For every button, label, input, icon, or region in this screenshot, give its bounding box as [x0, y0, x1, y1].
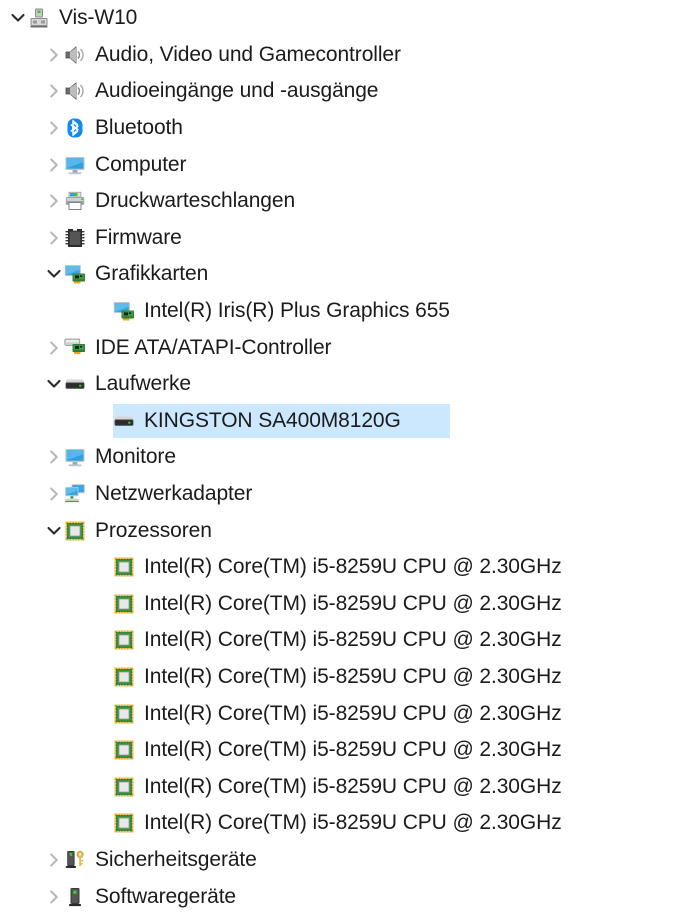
cpu-icon: [113, 593, 135, 615]
tree-item[interactable]: Intel(R) Core(TM) i5-8259U CPU @ 2.30GHz: [0, 805, 700, 842]
tree-item[interactable]: Intel(R) Core(TM) i5-8259U CPU @ 2.30GHz: [0, 695, 700, 732]
network-adapter-icon: [64, 483, 86, 505]
tree-item[interactable]: Grafikkarten: [0, 256, 700, 293]
chevron-right-icon[interactable]: [44, 887, 64, 907]
tree-item-label: Firmware: [95, 225, 182, 249]
chevron-right-icon[interactable]: [44, 45, 64, 65]
cpu-icon: [64, 520, 86, 542]
tree-item-label: Intel(R) Core(TM) i5-8259U CPU @ 2.30GHz: [144, 774, 562, 798]
tree-item-label: Monitore: [95, 445, 176, 469]
tree-item[interactable]: Intel(R) Core(TM) i5-8259U CPU @ 2.30GHz: [0, 622, 700, 659]
tree-item-label: Druckwarteschlangen: [95, 189, 296, 213]
display-adapter-icon: [64, 263, 86, 285]
tree-item[interactable]: Monitore: [0, 439, 700, 476]
tree-item[interactable]: Audioeingänge und -ausgänge: [0, 73, 700, 110]
chevron-right-icon[interactable]: [44, 191, 64, 211]
chevron-right-icon[interactable]: [44, 447, 64, 467]
device-manager-tree[interactable]: Vis-W10 Audio, Video und Gamecontroller …: [0, 0, 700, 908]
tree-item[interactable]: Computer: [0, 146, 700, 183]
memory-chip-icon: [64, 227, 86, 249]
tree-item-label: Intel(R) Core(TM) i5-8259U CPU @ 2.30GHz: [144, 811, 562, 835]
chevron-right-icon[interactable]: [44, 155, 64, 175]
tree-item[interactable]: Netzwerkadapter: [0, 476, 700, 513]
cpu-icon: [113, 776, 135, 798]
chevron-right-icon[interactable]: [44, 484, 64, 504]
tree-item-label: Vis-W10: [59, 6, 138, 30]
tree-item-label: Grafikkarten: [95, 262, 209, 286]
disk-drive-icon: [64, 373, 86, 395]
tree-item[interactable]: Prozessoren: [0, 512, 700, 549]
tree-item-label: Audio, Video und Gamecontroller: [95, 42, 401, 66]
chevron-down-icon[interactable]: [44, 264, 64, 284]
tree-item[interactable]: IDE ATA/ATAPI-Controller: [0, 329, 700, 366]
tree-item-label: Netzwerkadapter: [95, 482, 253, 506]
tree-item-label: Audioeingänge und -ausgänge: [95, 79, 379, 103]
security-device-icon: [64, 849, 86, 871]
tree-item[interactable]: Intel(R) Iris(R) Plus Graphics 655: [0, 293, 700, 330]
tree-item[interactable]: Audio, Video und Gamecontroller: [0, 37, 700, 74]
chevron-right-icon[interactable]: [44, 338, 64, 358]
chevron-down-icon[interactable]: [8, 8, 28, 28]
tree-item[interactable]: Intel(R) Core(TM) i5-8259U CPU @ 2.30GHz: [0, 659, 700, 696]
cpu-icon: [113, 703, 135, 725]
display-adapter-icon: [113, 300, 135, 322]
tree-item[interactable]: Intel(R) Core(TM) i5-8259U CPU @ 2.30GHz: [0, 732, 700, 769]
speaker-icon: [64, 80, 86, 102]
bluetooth-icon: [64, 117, 86, 139]
tree-item-label: Intel(R) Core(TM) i5-8259U CPU @ 2.30GHz: [144, 591, 562, 615]
tree-item-label: Intel(R) Iris(R) Plus Graphics 655: [144, 299, 450, 323]
printer-icon: [64, 190, 86, 212]
tree-item-label: Intel(R) Core(TM) i5-8259U CPU @ 2.30GHz: [144, 628, 562, 652]
tree-item[interactable]: Intel(R) Core(TM) i5-8259U CPU @ 2.30GHz: [0, 768, 700, 805]
tree-item[interactable]: Firmware: [0, 220, 700, 257]
tree-item-label: Prozessoren: [95, 518, 212, 542]
tree-item-label: Bluetooth: [95, 116, 183, 140]
cpu-icon: [113, 629, 135, 651]
tree-item-label: Intel(R) Core(TM) i5-8259U CPU @ 2.30GHz: [144, 664, 562, 688]
chevron-right-icon[interactable]: [44, 228, 64, 248]
tree-item[interactable]: Laufwerke: [0, 366, 700, 403]
monitor-icon: [64, 154, 86, 176]
tree-item[interactable]: Intel(R) Core(TM) i5-8259U CPU @ 2.30GHz: [0, 586, 700, 623]
cpu-icon: [113, 666, 135, 688]
monitor-icon: [64, 446, 86, 468]
tree-item[interactable]: Vis-W10: [0, 0, 700, 37]
tree-item[interactable]: Bluetooth: [0, 110, 700, 147]
tree-item-label: IDE ATA/ATAPI-Controller: [95, 335, 332, 359]
tree-item[interactable]: Intel(R) Core(TM) i5-8259U CPU @ 2.30GHz: [0, 549, 700, 586]
disk-drive-icon: [113, 410, 135, 432]
tree-item-label: Sicherheitsgeräte: [95, 847, 257, 871]
chevron-right-icon[interactable]: [44, 81, 64, 101]
cpu-icon: [113, 812, 135, 834]
ide-controller-icon: [64, 337, 86, 359]
tree-item[interactable]: Druckwarteschlangen: [0, 183, 700, 220]
computer-tower-icon: [28, 7, 50, 29]
chevron-down-icon[interactable]: [44, 374, 64, 394]
tree-item-label: Intel(R) Core(TM) i5-8259U CPU @ 2.30GHz: [144, 738, 562, 762]
chevron-right-icon[interactable]: [44, 118, 64, 138]
tree-item-label: Intel(R) Core(TM) i5-8259U CPU @ 2.30GHz: [144, 701, 562, 725]
cpu-icon: [113, 556, 135, 578]
tree-item-label: KINGSTON SA400M8120G: [144, 408, 401, 432]
tree-item-label: Laufwerke: [95, 372, 191, 396]
chevron-down-icon[interactable]: [44, 521, 64, 541]
tree-item[interactable]: KINGSTON SA400M8120G: [0, 403, 700, 440]
tree-item-label: Softwaregeräte: [95, 884, 237, 908]
tree-item-label: Intel(R) Core(TM) i5-8259U CPU @ 2.30GHz: [144, 555, 562, 579]
cpu-icon: [113, 739, 135, 761]
software-device-icon: [64, 886, 86, 908]
speaker-icon: [64, 44, 86, 66]
tree-item[interactable]: Softwaregeräte: [0, 878, 700, 915]
chevron-right-icon[interactable]: [44, 850, 64, 870]
tree-item-label: Computer: [95, 152, 187, 176]
tree-item[interactable]: Sicherheitsgeräte: [0, 842, 700, 879]
